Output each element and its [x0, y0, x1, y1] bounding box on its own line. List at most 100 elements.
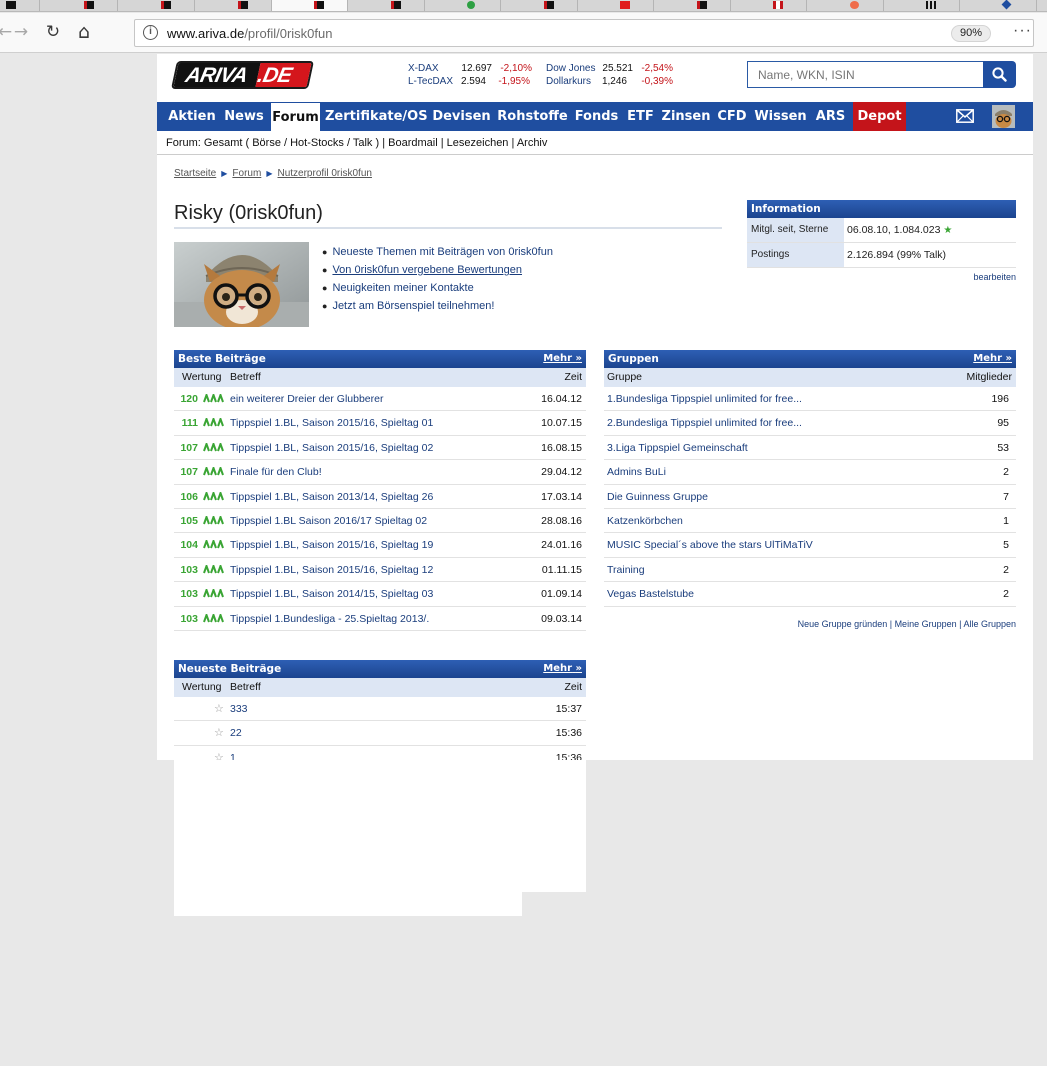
my-groups-link[interactable]: Meine Gruppen [895, 619, 957, 629]
table-row[interactable]: 120 ein weiterer Dreier der Glubberer 16.0… [174, 387, 586, 412]
nav-item-fonds[interactable]: Fonds [574, 102, 619, 131]
link-neueste-themen[interactable]: Neueste Themen mit Beiträgen von 0risk0f… [332, 246, 553, 258]
subnav-lesezeichen[interactable]: Lesezeichen [447, 137, 509, 149]
subnav-archiv[interactable]: Archiv [517, 137, 548, 149]
home-icon[interactable]: ⌂ [73, 21, 95, 43]
table-row[interactable]: 1.Bundesliga Tippspiel unlimited for fre… [604, 387, 1016, 412]
newest-posts-more-link[interactable]: Mehr » [543, 660, 582, 678]
all-groups-link[interactable]: Alle Gruppen [963, 619, 1016, 629]
post-subject-link[interactable]: Tippspiel 1.BL, Saison 2015/16, Spieltag… [230, 417, 433, 429]
nav-item-forum[interactable]: Forum [270, 102, 321, 131]
browser-tab[interactable] [0, 0, 40, 11]
col-betreff[interactable]: Betreff [230, 368, 261, 387]
group-name-link[interactable]: Training [607, 564, 645, 576]
nav-item-zinsen[interactable]: Zinsen [661, 102, 711, 131]
group-name-link[interactable]: Katzenkörbchen [607, 515, 683, 527]
ariva-logo[interactable]: ARIVA .DE [171, 61, 314, 89]
post-subject-link[interactable]: Tippspiel 1.BL Saison 2016/17 Spieltag 0… [230, 515, 427, 527]
col-gruppe[interactable]: Gruppe [607, 368, 642, 387]
link-neuigkeiten-kontakte[interactable]: Neuigkeiten meiner Kontakte [332, 282, 473, 294]
group-name-link[interactable]: 1.Bundesliga Tippspiel unlimited for fre… [607, 393, 802, 405]
nav-item-devisen[interactable]: Devisen [432, 102, 491, 131]
table-row[interactable]: 107 Tippspiel 1.BL, Saison 2015/16, Spiel… [174, 436, 586, 461]
group-name-link[interactable]: MUSIC Special´s above the stars UlTiMaTi… [607, 539, 813, 551]
subnav-boardmail[interactable]: Boardmail [388, 137, 438, 149]
nav-item-zertifikate[interactable]: Zertifikate/OS [325, 102, 428, 131]
post-subject-link[interactable]: Finale für den Club! [230, 466, 322, 478]
table-row[interactable]: 107 Finale für den Club! 29.04.12 [174, 460, 586, 485]
ticker-row[interactable]: L-TecDAX 2.594 -1,95% [408, 75, 532, 88]
table-row[interactable]: Die Guinness Gruppe 7 [604, 485, 1016, 509]
nav-item-rohstoffe[interactable]: Rohstoffe [496, 102, 569, 131]
col-betreff[interactable]: Betreff [230, 678, 261, 697]
group-name-link[interactable]: 3.Liga Tippspiel Gemeinschaft [607, 442, 748, 454]
address-url[interactable]: www.ariva.de/profil/0risk0fun [167, 26, 332, 41]
table-row[interactable]: Vegas Bastelstube 2 [604, 582, 1016, 607]
table-row[interactable]: 3.Liga Tippspiel Gemeinschaft 53 [604, 436, 1016, 461]
nav-item-etf[interactable]: ETF [625, 102, 656, 131]
table-row[interactable]: 104 Tippspiel 1.BL, Saison 2015/16, Spiel… [174, 533, 586, 558]
table-row[interactable]: 105 Tippspiel 1.BL Saison 2016/17 Spielta… [174, 509, 586, 534]
browser-tab[interactable] [578, 0, 654, 11]
reload-icon[interactable]: ↻ [42, 21, 64, 43]
browser-tab[interactable] [196, 0, 272, 11]
nav-item-depot[interactable]: Depot [853, 102, 906, 131]
table-row[interactable]: 106 Tippspiel 1.BL, Saison 2013/14, Spiel… [174, 485, 586, 509]
ticker-row[interactable]: Dow Jones 25.521 -2,54% [546, 62, 673, 75]
edit-info-link[interactable]: bearbeiten [973, 272, 1016, 282]
browser-tab[interactable] [655, 0, 731, 11]
search-input[interactable] [747, 61, 984, 88]
nav-item-news[interactable]: News [222, 102, 266, 131]
col-zeit[interactable]: Zeit [564, 368, 582, 387]
page-actions-menu-icon[interactable]: ··· [1013, 22, 1032, 40]
nav-item-ars[interactable]: ARS [813, 102, 848, 131]
post-subject-link[interactable]: 333 [230, 703, 248, 715]
col-wertung[interactable]: Wertung [182, 678, 222, 697]
user-avatar[interactable] [992, 105, 1015, 128]
group-name-link[interactable]: 2.Bundesliga Tippspiel unlimited for fre… [607, 417, 802, 429]
browser-tab[interactable] [119, 0, 195, 11]
best-posts-more-link[interactable]: Mehr » [543, 350, 582, 368]
link-vergebene-bewertungen[interactable]: Von 0risk0fun vergebene Bewertungen [332, 264, 522, 276]
post-subject-link[interactable]: Tippspiel 1.BL, Saison 2014/15, Spieltag… [230, 588, 433, 600]
nav-item-cfd[interactable]: CFD [715, 102, 749, 131]
new-group-link[interactable]: Neue Gruppe gründen [798, 619, 888, 629]
table-row[interactable]: ☆ 22 15:36 [174, 721, 586, 746]
table-row[interactable]: ☆ 333 15:37 [174, 697, 586, 722]
star-outline-icon[interactable]: ☆ [214, 726, 224, 739]
zoom-indicator[interactable]: 90% [951, 25, 992, 42]
nav-item-aktien[interactable]: Aktien [165, 102, 219, 131]
col-mitglieder[interactable]: Mitglieder [966, 368, 1012, 387]
post-subject-link[interactable]: Tippspiel 1.BL, Saison 2015/16, Spieltag… [230, 564, 433, 576]
group-name-link[interactable]: Admins BuLi [607, 466, 666, 478]
post-subject-link[interactable]: Tippspiel 1.BL, Saison 2013/14, Spieltag… [230, 491, 433, 503]
ticker-row[interactable]: X-DAX 12.697 -2,10% [408, 62, 532, 75]
post-subject-link[interactable]: Tippspiel 1.BL, Saison 2015/16, Spieltag… [230, 442, 433, 454]
address-bar[interactable]: i www.ariva.de/profil/0risk0fun 90% ··· [134, 19, 1034, 47]
browser-tab[interactable] [502, 0, 578, 11]
table-row[interactable]: Katzenkörbchen 1 [604, 509, 1016, 534]
browser-tab[interactable] [731, 0, 807, 11]
browser-tab[interactable] [884, 0, 960, 11]
browser-tab-active[interactable] [272, 0, 348, 11]
table-row[interactable]: Admins BuLi 2 [604, 460, 1016, 485]
breadcrumb-profile[interactable]: Nutzerprofil 0risk0fun [277, 168, 371, 179]
post-subject-link[interactable]: 22 [230, 727, 242, 739]
col-wertung[interactable]: Wertung [182, 368, 222, 387]
table-row[interactable]: 111 Tippspiel 1.BL, Saison 2015/16, Spiel… [174, 411, 586, 436]
table-row[interactable]: Training 2 [604, 558, 1016, 583]
table-row[interactable]: MUSIC Special´s above the stars UlTiMaTi… [604, 533, 1016, 558]
info-icon[interactable]: i [143, 25, 158, 40]
browser-tab[interactable] [42, 0, 118, 11]
star-outline-icon[interactable]: ☆ [214, 702, 224, 715]
browser-tab[interactable] [961, 0, 1037, 11]
mail-icon[interactable] [956, 109, 974, 123]
search-button[interactable] [983, 61, 1016, 88]
nav-item-wissen[interactable]: Wissen [754, 102, 807, 131]
forward-icon[interactable]: → [10, 21, 32, 43]
link-boersenspiel[interactable]: Jetzt am Börsenspiel teilnehmen! [332, 300, 494, 312]
subnav-categories[interactable]: ( Börse / Hot-Stocks / Talk ) [245, 137, 379, 149]
browser-tab[interactable] [425, 0, 501, 11]
browser-tab[interactable] [349, 0, 425, 11]
post-subject-link[interactable]: Tippspiel 1.Bundesliga - 25.Spieltag 201… [230, 613, 429, 625]
